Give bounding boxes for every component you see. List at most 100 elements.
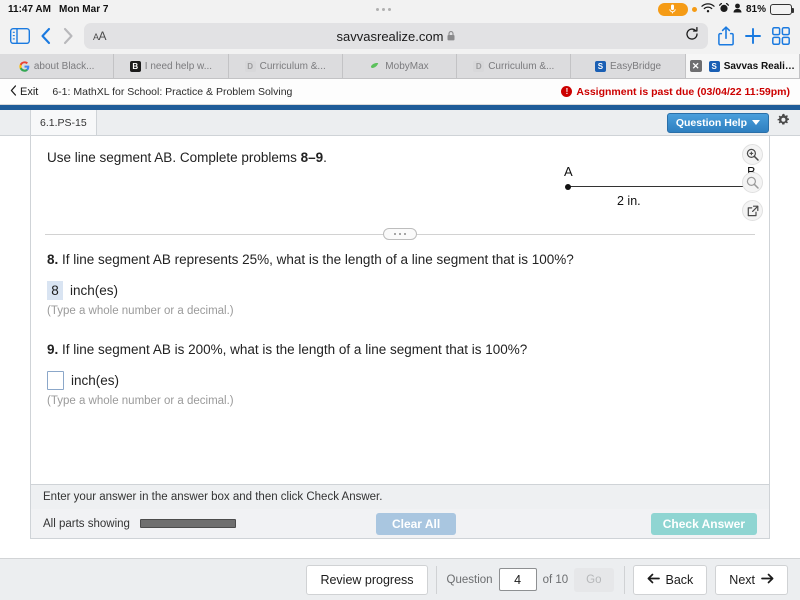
answer-input-9[interactable] [47,371,64,390]
app-header: Exit 6-1: MathXL for School: Practice & … [0,79,800,105]
question-id-tab[interactable]: 6.1.PS-15 [30,110,97,135]
person-icon [733,3,742,16]
url-text-group: savvasrealize.com [84,29,708,44]
arrow-left-icon [647,573,660,587]
docs-icon: D [473,60,485,72]
exit-label: Exit [20,85,39,98]
alarm-icon [718,2,730,16]
savvas-icon: S [594,60,606,72]
question-tab-row: 6.1.PS-15 Question Help [0,110,800,136]
url-text: savvasrealize.com [336,28,444,44]
status-message-strip: Enter your answer in the answer box and … [30,484,770,509]
prompt-bold-range: 8–9 [300,150,324,165]
question-help-label: Question Help [675,116,747,129]
browser-tab[interactable]: MobyMax [342,54,458,78]
status-time: 11:47 AM [8,3,51,15]
browser-tab[interactable]: D Curriculum &... [457,54,572,78]
browser-tab-label: Curriculum &... [259,60,326,72]
battery-icon [770,3,794,15]
browser-tab[interactable]: S EasyBridge [571,54,686,78]
status-date: Mon Mar 7 [58,3,109,15]
answer-hint-8: (Type a whole number or a decimal.) [47,305,234,317]
reload-icon[interactable] [685,26,699,46]
forward-chevron-icon [62,27,74,45]
share-icon[interactable] [718,26,734,46]
mobymax-icon [370,61,381,72]
back-label: Back [665,572,694,587]
lock-icon [447,29,455,44]
browser-tab-label: Curriculum &... [488,60,555,72]
close-icon[interactable]: ✕ [689,60,702,72]
browser-tab-label: Savvas Realize [723,60,795,72]
back-button[interactable]: Back [632,564,708,595]
past-due-text: Assignment is past due (03/04/22 11:59pm… [576,85,790,98]
status-message: Enter your answer in the answer box and … [43,491,383,503]
google-icon [19,60,30,72]
question-block-8: 8. If line segment AB represents 25%, wh… [47,252,753,317]
savvas-icon: S [708,60,720,72]
ios-status-bar: 11:47 AM Mon Mar 7 81% [0,0,800,18]
url-bar[interactable]: AA savvasrealize.com [84,23,708,49]
zoom-out-icon[interactable] [742,172,763,193]
question-9-text: 9. If line segment AB is 200%, what is t… [47,342,753,357]
section-divider [45,228,755,240]
go-button[interactable]: Go [574,567,614,592]
browser-tab-strip: about Black... B I need help w... D Curr… [0,54,800,79]
answer-hint-9: (Type a whole number or a decimal.) [47,395,234,407]
docs-icon: D [244,60,256,72]
blackboard-icon: B [129,60,141,72]
check-answer-button[interactable]: Check Answer [650,512,757,535]
question-8-number: 8. [47,252,59,267]
point-a-dot [565,183,571,190]
question-9-body: If line segment AB is 200%, what is the … [58,342,528,357]
problem-body: Use line segment AB. Complete problems 8… [30,136,770,484]
point-a-label: A [564,164,573,179]
question-navigator: Question of 10 Go [435,565,625,594]
review-progress-button[interactable]: Review progress [306,564,428,595]
answer-input-8[interactable]: 8 [47,281,63,300]
browser-toolbar: AA savvasrealize.com [0,18,800,54]
gear-icon[interactable] [776,113,791,133]
chevron-down-icon [752,120,760,125]
status-center-dots [108,7,658,11]
action-bar: All parts showing Clear All Check Answer [30,509,770,539]
parts-progress-bar[interactable] [139,519,236,528]
browser-tab[interactable]: B I need help w... [114,54,229,78]
question-number-input[interactable] [498,568,537,591]
clear-all-button[interactable]: Clear All [375,512,457,535]
question-help-button[interactable]: Question Help [666,112,769,133]
line-segment-diagram: A B 2 in. [531,156,761,226]
drag-handle-dots-icon[interactable] [383,228,417,240]
question-9-number: 9. [47,342,59,357]
back-chevron-icon[interactable] [40,27,52,45]
exit-button[interactable]: Exit [10,84,39,99]
browser-tab-active[interactable]: ✕ S Savvas Realize [685,54,800,78]
browser-tab[interactable]: about Black... [0,54,115,78]
next-label: Next [729,572,755,587]
past-due-banner: ! Assignment is past due (03/04/22 11:59… [561,86,790,98]
browser-tab-label: about Black... [33,60,95,72]
question-nav-label: Question [446,573,493,586]
browser-tab-label: EasyBridge [609,60,662,72]
prompt-prefix: Use line segment AB. Complete problems [47,150,301,165]
question-8-text: 8. If line segment AB represents 25%, wh… [47,252,753,267]
recording-dot-icon [691,6,697,12]
assignment-title: 6-1: MathXL for School: Practice & Probl… [52,85,293,98]
tabs-overview-icon[interactable] [772,27,790,45]
exclamation-circle-icon: ! [561,86,573,97]
browser-tab[interactable]: D Curriculum &... [228,54,343,78]
question-total-label: of 10 [542,573,569,586]
next-button[interactable]: Next [715,564,788,595]
battery-percent: 81% [745,3,766,15]
plus-icon[interactable] [744,27,762,45]
popout-icon[interactable] [742,200,763,221]
back-chevron-icon [10,84,17,99]
status-indicators: 81% [657,2,794,16]
sidebar-toggle-icon[interactable] [10,28,30,44]
all-parts-label: All parts showing [43,517,130,530]
segment-length-label: 2 in. [617,194,641,208]
zoom-in-icon[interactable] [742,144,763,165]
microphone-icon [657,2,688,16]
wifi-icon [701,2,715,16]
question-block-9: 9. If line segment AB is 200%, what is t… [47,342,753,407]
